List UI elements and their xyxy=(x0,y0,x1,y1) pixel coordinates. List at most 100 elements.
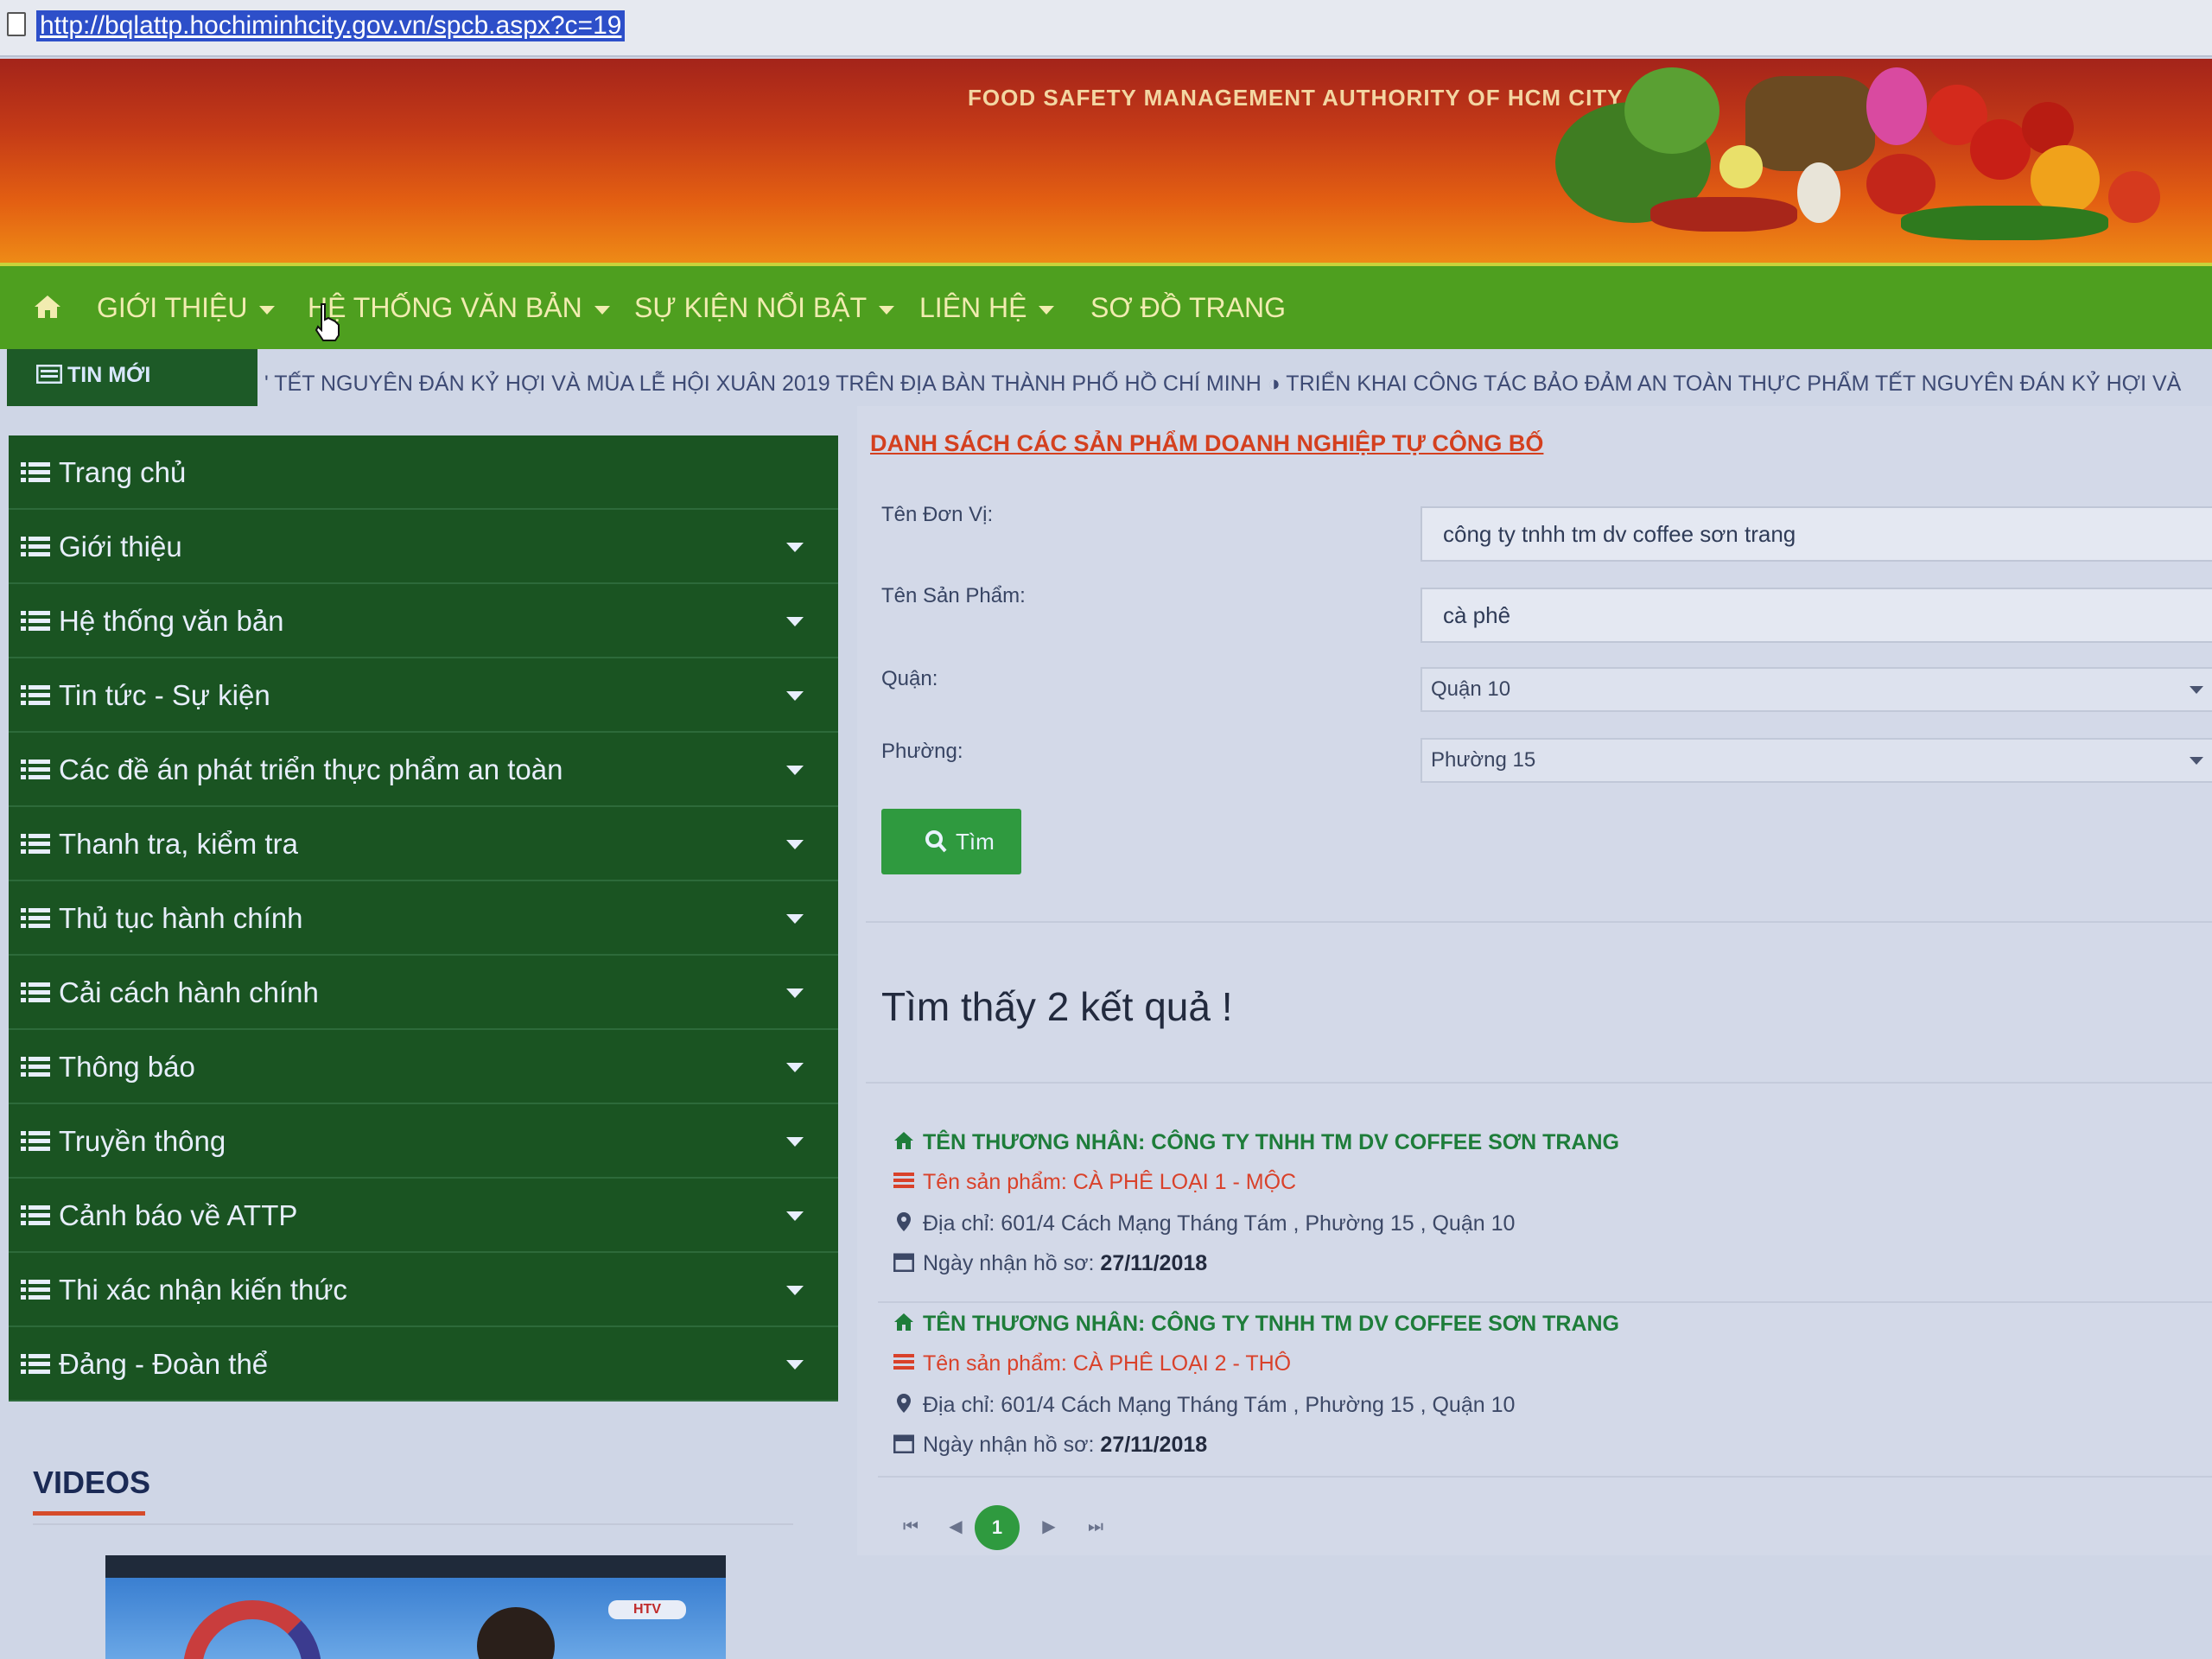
sidebar-item-de-an[interactable]: Các đề án phát triển thực phẩm an toàn xyxy=(9,733,838,807)
sidebar-item-canh-bao[interactable]: Cảnh báo về ATTP xyxy=(9,1179,838,1253)
result-address: Địa chỉ: 601/4 Cách Mạng Tháng Tám , Phư… xyxy=(893,1393,1515,1418)
nav-lien-he[interactable]: LIÊN HỆ xyxy=(919,292,1055,324)
sidebar-item-label: Thủ tục hành chính xyxy=(59,902,303,934)
browser-address-bar[interactable]: http://bqlattp.hochiminhcity.gov.vn/spcb… xyxy=(0,0,2212,57)
sidebar-item-label: Cải cách hành chính xyxy=(59,976,319,1008)
list-icon xyxy=(21,462,50,482)
district-label: Quận: xyxy=(881,667,938,690)
news-ticker: TIN MỚI ' TẾT NGUYÊN ĐÁN KỶ HỢI VÀ MÙA L… xyxy=(0,349,2212,406)
result-merchant[interactable]: TÊN THƯƠNG NHÂN: CÔNG TY TNHH TM DV COFF… xyxy=(893,1130,1619,1155)
result-divider xyxy=(878,1476,2212,1478)
product-name-input[interactable]: cà phê xyxy=(1421,588,2212,643)
prev-page-button[interactable]: ◀ xyxy=(938,1505,973,1548)
chevron-down-icon[interactable] xyxy=(786,840,804,849)
sidebar-item-label: Đảng - Đoàn thể xyxy=(59,1348,269,1380)
result-divider xyxy=(878,1301,2212,1303)
videos-divider xyxy=(33,1523,793,1525)
list-icon xyxy=(21,685,50,705)
sidebar-item-thanh-tra[interactable]: Thanh tra, kiểm tra xyxy=(9,807,838,881)
sidebar-item-dang-doan-the[interactable]: Đảng - Đoàn thể xyxy=(9,1327,838,1402)
url-text[interactable]: http://bqlattp.hochiminhcity.gov.vn/spcb… xyxy=(36,10,626,41)
video-presenter xyxy=(477,1607,555,1659)
chevron-down-icon[interactable] xyxy=(786,1137,804,1147)
result-date: Ngày nhận hồ sơ: 27/11/2018 xyxy=(893,1433,1207,1458)
home-icon[interactable] xyxy=(33,294,62,320)
search-button[interactable]: Tìm xyxy=(881,809,1021,874)
chevron-down-icon[interactable] xyxy=(786,1063,804,1072)
nav-gioi-thieu[interactable]: GIỚI THIỆU xyxy=(97,292,276,324)
nav-su-kien-noi-bat[interactable]: SỰ KIỆN NỔI BẬT xyxy=(634,292,895,324)
result-merchant[interactable]: TÊN THƯƠNG NHÂN: CÔNG TY TNHH TM DV COFF… xyxy=(893,1312,1619,1337)
video-thumbnail[interactable]: HTV xyxy=(105,1555,726,1659)
list-icon xyxy=(21,1354,50,1374)
sidebar-item-gioi-thieu[interactable]: Giới thiệu xyxy=(9,510,838,584)
page-1-button[interactable]: 1 xyxy=(975,1505,1020,1550)
newspaper-icon xyxy=(36,365,62,384)
sidebar-item-label: Thanh tra, kiểm tra xyxy=(59,828,298,860)
ward-label: Phường: xyxy=(881,740,963,763)
sidebar-item-thu-tuc[interactable]: Thủ tục hành chính xyxy=(9,881,838,956)
ticker-label: TIN MỚI xyxy=(7,349,257,406)
chevron-down-icon[interactable] xyxy=(786,543,804,552)
sidebar-item-label: Trang chủ xyxy=(59,456,187,488)
sidebar-item-label: Các đề án phát triển thực phẩm an toàn xyxy=(59,753,563,785)
list-icon xyxy=(893,1173,914,1188)
sidebar-menu: Trang chủ Giới thiệu Hệ thống văn bản Ti… xyxy=(9,435,838,1402)
chevron-down-icon[interactable] xyxy=(786,691,804,701)
list-icon xyxy=(21,982,50,1002)
ticker-label-text: TIN MỚI xyxy=(67,363,151,387)
search-button-label: Tìm xyxy=(956,829,995,855)
list-icon xyxy=(21,611,50,631)
sidebar-item-truyen-thong[interactable]: Truyền thông xyxy=(9,1104,838,1179)
calendar-icon xyxy=(893,1253,914,1272)
nav-he-thong-van-ban[interactable]: HỆ THỐNG VĂN BẢN xyxy=(308,292,610,324)
list-icon xyxy=(21,1205,50,1225)
sidebar-item-thi-xac-nhan[interactable]: Thi xác nhận kiến thức xyxy=(9,1253,838,1327)
result-product[interactable]: Tên sản phẩm: CÀ PHÊ LOẠI 1 - MỘC xyxy=(893,1170,1296,1195)
result-product[interactable]: Tên sản phẩm: CÀ PHÊ LOẠI 2 - THÔ xyxy=(893,1351,1291,1376)
chevron-down-icon[interactable] xyxy=(786,988,804,998)
ward-select[interactable]: Phường 15 xyxy=(1421,738,2212,783)
sidebar-item-he-thong-van-ban[interactable]: Hệ thống văn bản xyxy=(9,584,838,658)
sidebar-item-label: Thi xác nhận kiến thức xyxy=(59,1274,347,1306)
list-icon xyxy=(21,1131,50,1151)
chevron-down-icon[interactable] xyxy=(786,766,804,775)
video-graphic xyxy=(183,1600,321,1659)
site-banner: FOOD SAFETY MANAGEMENT AUTHORITY OF HCM … xyxy=(0,59,2212,263)
home-icon xyxy=(894,1132,913,1149)
ticker-text[interactable]: ' TẾT NGUYÊN ĐÁN KỶ HỢI VÀ MÙA LỄ HỘI XU… xyxy=(264,372,2181,397)
product-label: Tên Sản Phẩm: xyxy=(881,584,1026,607)
hand-cursor-icon xyxy=(315,303,340,341)
map-marker-icon xyxy=(897,1394,911,1413)
videos-heading: VIDEOS xyxy=(33,1465,151,1500)
search-icon xyxy=(925,830,947,853)
sidebar-item-cai-cach[interactable]: Cải cách hành chính xyxy=(9,956,838,1030)
sidebar-item-trang-chu[interactable]: Trang chủ xyxy=(9,435,838,510)
next-page-button[interactable]: ▶ xyxy=(1032,1505,1066,1548)
result-address: Địa chỉ: 601/4 Cách Mạng Tháng Tám , Phư… xyxy=(893,1211,1515,1236)
last-page-button[interactable]: ⏭ xyxy=(1078,1505,1113,1548)
sidebar-item-label: Cảnh báo về ATTP xyxy=(59,1199,298,1231)
list-icon xyxy=(21,537,50,556)
sidebar-item-label: Giới thiệu xyxy=(59,531,182,563)
chevron-down-icon[interactable] xyxy=(786,617,804,626)
nav-so-do-trang[interactable]: SƠ ĐỒ TRANG xyxy=(1090,292,1286,324)
chevron-down-icon xyxy=(594,305,610,315)
home-icon xyxy=(894,1313,913,1331)
banner-title: FOOD SAFETY MANAGEMENT AUTHORITY OF HCM … xyxy=(968,85,1624,111)
sidebar-item-label: Hệ thống văn bản xyxy=(59,605,284,637)
videos-heading-underline xyxy=(33,1511,145,1516)
result-count: Tìm thấy 2 kết quả ! xyxy=(881,984,1233,1029)
map-marker-icon xyxy=(897,1212,911,1231)
first-page-button[interactable]: ⏮ xyxy=(893,1505,928,1548)
unit-name-input[interactable]: công ty tnhh tm dv coffee sơn trang xyxy=(1421,506,2212,562)
sidebar-item-thong-bao[interactable]: Thông báo xyxy=(9,1030,838,1104)
sidebar-item-tin-tuc-su-kien[interactable]: Tin tức - Sự kiện xyxy=(9,658,838,733)
page-title: DANH SÁCH CÁC SẢN PHẨM DOANH NGHIỆP TỰ C… xyxy=(870,430,1544,456)
chevron-down-icon[interactable] xyxy=(786,1211,804,1221)
chevron-down-icon[interactable] xyxy=(786,914,804,924)
ward-select-value: Phường 15 xyxy=(1431,748,1536,772)
district-select[interactable]: Quận 10 xyxy=(1421,667,2212,712)
chevron-down-icon[interactable] xyxy=(786,1360,804,1370)
chevron-down-icon[interactable] xyxy=(786,1286,804,1295)
